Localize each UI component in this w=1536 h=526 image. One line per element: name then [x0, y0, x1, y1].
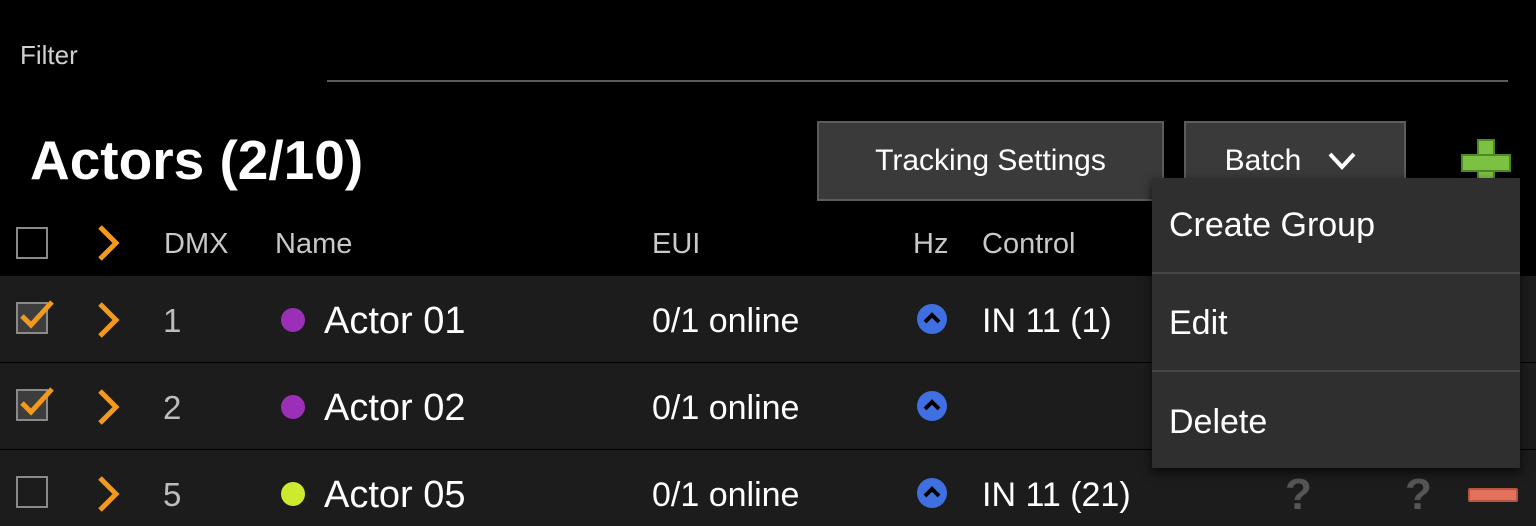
menu-item-delete[interactable]: Delete — [1152, 374, 1520, 470]
question-mark-icon: ? — [1405, 470, 1432, 519]
row-dmx: 2 — [163, 389, 182, 426]
expand-row-chevron-icon[interactable] — [94, 300, 124, 340]
expand-row-chevron-icon[interactable] — [94, 387, 124, 427]
checkmark-icon — [20, 387, 54, 416]
checkmark-icon — [20, 300, 54, 329]
row-name: Actor 05 — [324, 474, 466, 516]
row-name: Actor 01 — [324, 300, 466, 342]
select-all-checkbox[interactable] — [16, 227, 48, 259]
actor-color-dot — [281, 308, 305, 332]
row-eui: 0/1 online — [652, 476, 800, 514]
menu-item-create-group[interactable]: Create Group — [1152, 178, 1520, 274]
column-header-name[interactable]: Name — [275, 228, 352, 261]
row-checkbox[interactable] — [16, 387, 54, 421]
expand-all-chevron-icon[interactable] — [94, 223, 124, 263]
row-dmx: 1 — [163, 302, 182, 339]
row-checkbox[interactable] — [16, 476, 48, 508]
column-header-control[interactable]: Control — [982, 228, 1076, 261]
menu-item-edit[interactable]: Edit — [1152, 276, 1520, 372]
tracking-settings-button[interactable]: Tracking Settings — [817, 121, 1164, 201]
question-mark-icon: ? — [1285, 470, 1312, 519]
chevron-up-circle-icon[interactable] — [917, 391, 947, 421]
chevron-up-circle-icon[interactable] — [917, 304, 947, 334]
page-title: Actors (2/10) — [30, 129, 364, 191]
batch-menu: Create Group Edit Delete — [1152, 178, 1520, 468]
row-control: IN 11 (1) — [982, 302, 1112, 340]
actor-color-dot — [281, 395, 305, 419]
filter-input[interactable] — [327, 30, 1508, 82]
expand-row-chevron-icon[interactable] — [94, 474, 124, 514]
column-header-eui[interactable]: EUI — [652, 228, 700, 261]
row-checkbox[interactable] — [16, 300, 54, 334]
remove-icon[interactable] — [1468, 488, 1518, 502]
column-header-dmx[interactable]: DMX — [164, 228, 228, 261]
column-header-hz[interactable]: Hz — [913, 228, 948, 261]
batch-label: Batch — [1224, 144, 1302, 177]
actor-color-dot — [281, 482, 305, 506]
chevron-down-icon — [1328, 152, 1356, 170]
row-eui: 0/1 online — [652, 389, 800, 427]
row-eui: 0/1 online — [652, 302, 800, 340]
row-dmx: 5 — [163, 476, 182, 513]
tracking-settings-label: Tracking Settings — [875, 144, 1106, 177]
filter-label: Filter — [20, 40, 78, 70]
chevron-up-circle-icon[interactable] — [917, 478, 947, 508]
row-control: IN 11 (21) — [982, 476, 1131, 514]
row-name: Actor 02 — [324, 387, 466, 429]
